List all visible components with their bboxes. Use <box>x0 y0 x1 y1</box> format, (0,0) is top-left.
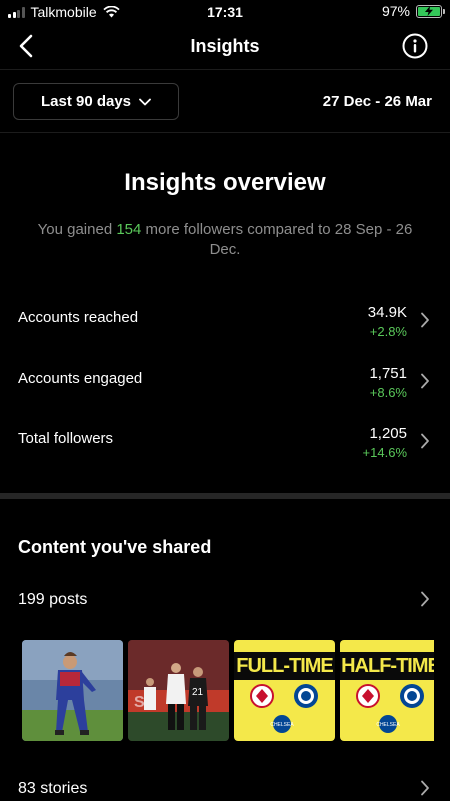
metric-value: 1,751 <box>369 365 407 382</box>
club-crests-image: CHELSEA <box>356 684 424 733</box>
chevron-down-icon <box>139 98 151 105</box>
chevron-right-icon <box>421 312 429 328</box>
metric-value: 34.9K <box>367 304 407 321</box>
date-range-dropdown[interactable]: Last 90 days <box>13 83 179 120</box>
posts-row[interactable]: 199 posts <box>0 587 450 615</box>
metric-label: Accounts reached <box>18 309 139 326</box>
stories-count: 83 stories <box>18 780 88 797</box>
content-section-title: Content you've shared <box>18 537 212 557</box>
posts-count: 199 posts <box>18 591 88 608</box>
svg-text:CHELSEA: CHELSEA <box>376 722 400 728</box>
date-filter-row: Last 90 days 27 Dec - 26 Mar <box>0 70 450 133</box>
date-range-text: 27 Dec - 26 Mar <box>322 93 432 110</box>
nav-bar: Insights <box>0 24 450 70</box>
metric-change: +8.6% <box>369 385 407 400</box>
metric-change: +14.6% <box>362 445 407 460</box>
section-divider <box>0 493 450 499</box>
stories-row[interactable]: 83 stories <box>0 776 450 801</box>
metric-change: +2.8% <box>369 324 407 339</box>
subtitle-text-end: more followers compared to 28 Sep - 26 D… <box>141 221 413 258</box>
metric-accounts-engaged[interactable]: Accounts engaged 1,751 +8.6% <box>0 365 450 417</box>
status-right: 97% <box>381 3 445 19</box>
metric-label: Accounts engaged <box>18 370 143 387</box>
post-thumbnail[interactable] <box>22 640 123 741</box>
svg-text:CHELSEA: CHELSEA <box>270 722 294 728</box>
subtitle-text-start: You gained <box>37 221 117 238</box>
chevron-right-icon <box>421 591 429 607</box>
battery-icon <box>416 4 445 18</box>
chevron-right-icon <box>421 373 429 389</box>
status-bar: Talkmobile 17:31 97% <box>0 0 450 24</box>
info-icon[interactable] <box>402 33 428 59</box>
date-range-selected: Last 90 days <box>40 93 132 110</box>
overview-subtitle: You gained 154 more followers compared t… <box>30 220 420 260</box>
club-crests-image: CHELSEA <box>250 684 318 733</box>
post-thumbnail[interactable]: FULL-TIME CHELSEA <box>234 640 335 741</box>
match-photo-image: SS 21 <box>128 640 229 741</box>
metric-total-followers[interactable]: Total followers 1,205 +14.6% <box>0 425 450 477</box>
followers-gained: 154 <box>116 221 142 238</box>
metric-label: Total followers <box>18 430 114 447</box>
player-photo-image <box>22 640 123 741</box>
metric-value: 1,205 <box>369 425 407 442</box>
chevron-right-icon <box>421 433 429 449</box>
post-thumbnail[interactable]: SS 21 <box>128 640 229 741</box>
post-thumbnail[interactable]: HALF-TIME CHELSEA <box>340 640 434 741</box>
battery-percent: 97% <box>381 3 410 19</box>
svg-text:21: 21 <box>192 687 204 698</box>
page-title: Insights <box>190 36 260 56</box>
metric-accounts-reached[interactable]: Accounts reached 34.9K +2.8% <box>0 304 450 356</box>
overview-title: Insights overview <box>124 169 326 196</box>
chevron-right-icon <box>421 780 429 796</box>
post-thumbnails: SS 21 FULL-TIME CHELSEA <box>22 640 434 741</box>
